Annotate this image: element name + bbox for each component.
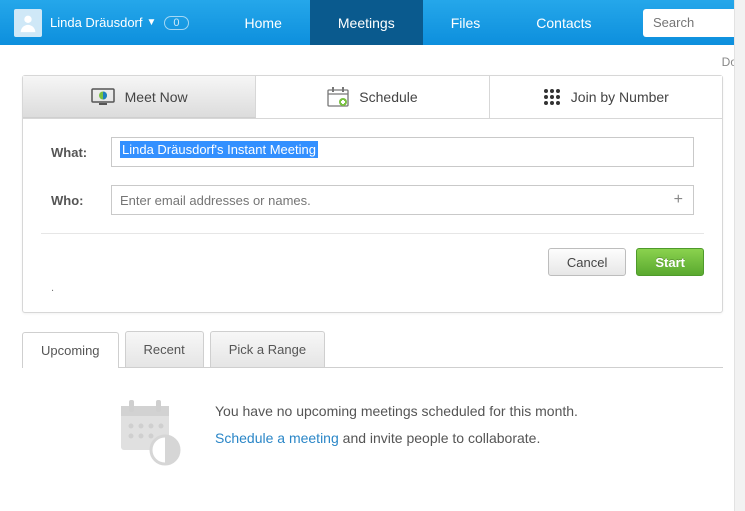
empty-state: You have no upcoming meetings scheduled … (22, 368, 723, 468)
meeting-tabs: Meet Now Schedule Join by Number (23, 76, 722, 119)
search-input[interactable] (643, 9, 745, 37)
tab-schedule[interactable]: Schedule (256, 76, 489, 118)
nav-contacts[interactable]: Contacts (508, 0, 619, 45)
nav-meetings-label: Meetings (338, 15, 395, 31)
meeting-form: What: Linda Dräusdorf's Instant Meeting … (23, 119, 722, 215)
primary-nav: Home Meetings Files Contacts (217, 0, 620, 45)
lower-section: Upcoming Recent Pick a Range You have no… (22, 331, 723, 468)
dialpad-icon (543, 88, 561, 106)
tab-join-label: Join by Number (571, 89, 669, 105)
tab-join-by-number[interactable]: Join by Number (490, 76, 722, 118)
search-wrap (643, 0, 745, 45)
nav-home-label: Home (245, 15, 282, 31)
person-icon (17, 12, 39, 34)
empty-state-text: You have no upcoming meetings scheduled … (215, 398, 578, 451)
top-nav-bar: Linda Dräusdorf ▼ 0 Home Meetings Files … (0, 0, 745, 45)
caret-down-icon: ▼ (147, 17, 157, 28)
what-input-value: Linda Dräusdorf's Instant Meeting (120, 141, 318, 158)
nav-meetings[interactable]: Meetings (310, 0, 423, 45)
monitor-webex-icon (91, 88, 115, 106)
what-label: What: (51, 145, 111, 160)
who-label: Who: (51, 193, 111, 208)
tab-upcoming[interactable]: Upcoming (22, 332, 119, 368)
meeting-panel: Meet Now Schedule Join by Number What: L… (22, 75, 723, 313)
calendar-icon (327, 87, 349, 107)
cancel-button[interactable]: Cancel (548, 248, 626, 276)
empty-line2-rest: and invite people to collaborate. (339, 430, 541, 446)
calendar-empty-icon (117, 398, 187, 468)
form-actions: Cancel Start (23, 248, 722, 276)
nav-contacts-label: Contacts (536, 15, 591, 31)
tab-pick-range-label: Pick a Range (229, 342, 306, 357)
lower-tabs: Upcoming Recent Pick a Range (22, 331, 723, 368)
tab-recent[interactable]: Recent (125, 331, 204, 367)
tab-recent-label: Recent (144, 342, 185, 357)
schedule-meeting-link[interactable]: Schedule a meeting (215, 430, 339, 446)
who-input-wrap: + (111, 185, 694, 215)
start-button[interactable]: Start (636, 248, 704, 276)
divider (41, 233, 704, 234)
username-label: Linda Dräusdorf (50, 15, 143, 30)
scrollbar[interactable] (734, 0, 745, 511)
tab-meet-now[interactable]: Meet Now (23, 76, 256, 118)
tab-meet-now-label: Meet Now (125, 89, 188, 105)
nav-files[interactable]: Files (423, 0, 509, 45)
tab-pick-range[interactable]: Pick a Range (210, 331, 325, 367)
empty-line1: You have no upcoming meetings scheduled … (215, 398, 578, 425)
nav-files-label: Files (451, 15, 481, 31)
corner-text: Do (0, 45, 745, 69)
avatar[interactable] (14, 9, 42, 37)
add-person-button[interactable]: + (672, 191, 685, 209)
notification-badge[interactable]: 0 (164, 16, 188, 30)
tab-upcoming-label: Upcoming (41, 343, 100, 358)
plus-icon: + (674, 191, 683, 208)
who-input[interactable] (120, 193, 672, 208)
nav-home[interactable]: Home (217, 0, 310, 45)
status-dots: . (23, 282, 722, 294)
tab-schedule-label: Schedule (359, 89, 417, 105)
username-dropdown[interactable]: Linda Dräusdorf ▼ (50, 15, 156, 30)
what-input[interactable]: Linda Dräusdorf's Instant Meeting (111, 137, 694, 167)
